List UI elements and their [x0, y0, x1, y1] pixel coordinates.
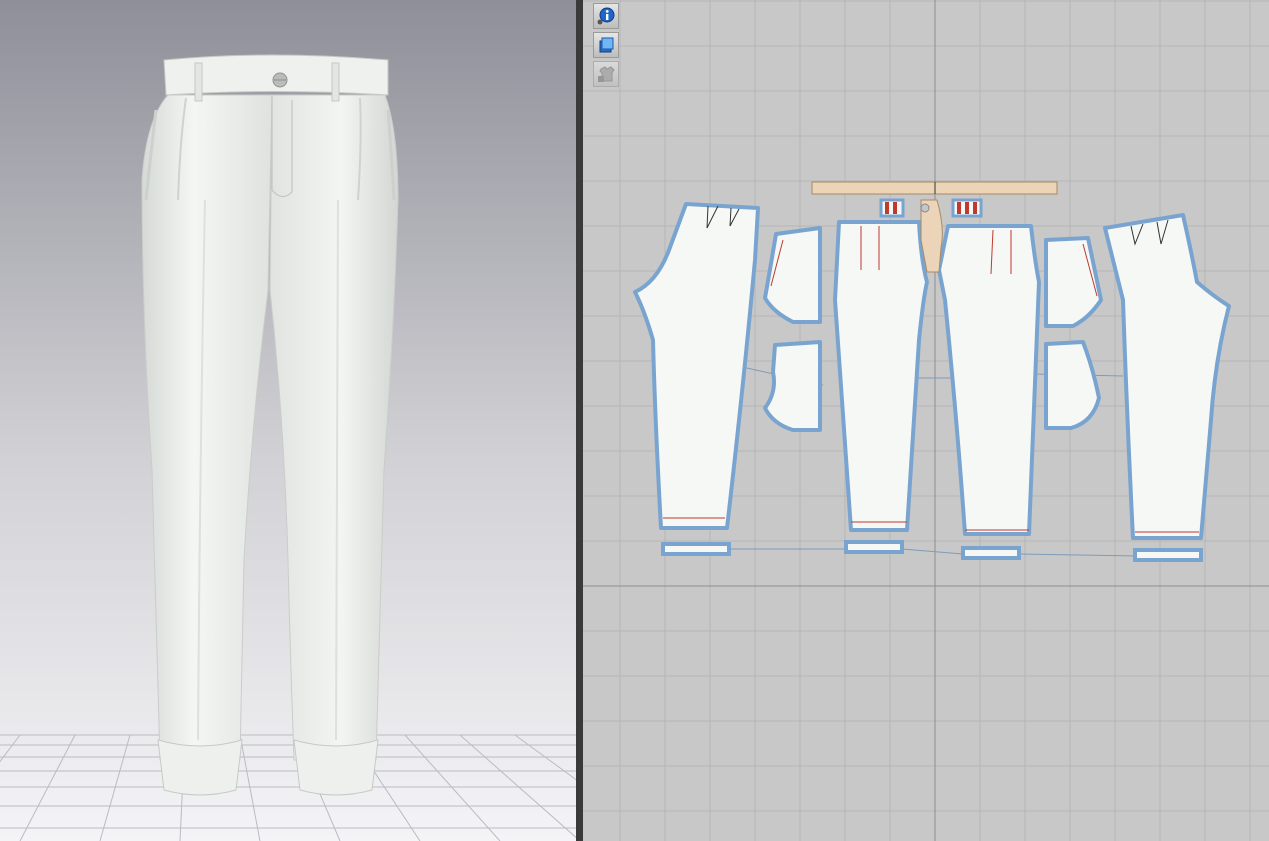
piece-cuff-3[interactable]	[961, 546, 1021, 560]
pattern-pieces[interactable]	[633, 181, 1231, 562]
3d-scene[interactable]	[0, 0, 576, 841]
piece-belt-loops-left[interactable]	[879, 198, 905, 218]
piece-cuff-4[interactable]	[1133, 548, 1203, 562]
locked-garment-icon	[598, 66, 615, 82]
2d-pattern-viewport[interactable]	[583, 0, 1269, 841]
piece-left-back-leg[interactable]	[633, 202, 760, 530]
piece-right-front-leg[interactable]	[937, 224, 1041, 536]
piece-belt-loops-right[interactable]	[951, 198, 983, 218]
piece-cuff-1[interactable]	[661, 542, 731, 556]
piece-left-pocket-upper[interactable]	[763, 226, 822, 324]
texture-layer-button[interactable]	[593, 32, 619, 58]
viewport-splitter[interactable]	[576, 0, 583, 841]
pattern-canvas[interactable]	[583, 0, 1269, 841]
texture-layer-icon	[599, 37, 614, 53]
info-button[interactable]	[593, 3, 619, 29]
piece-right-pocket-lower[interactable]	[1044, 340, 1101, 430]
locked-garment-button[interactable]	[593, 61, 619, 87]
piece-right-back-leg[interactable]	[1103, 213, 1231, 540]
2d-view-toolbar	[593, 3, 620, 87]
3d-viewport[interactable]	[0, 0, 576, 841]
piece-left-pocket-lower[interactable]	[763, 340, 822, 432]
info-icon	[597, 7, 615, 25]
piece-left-front-leg[interactable]	[833, 220, 929, 532]
piece-cuff-2[interactable]	[844, 540, 904, 554]
